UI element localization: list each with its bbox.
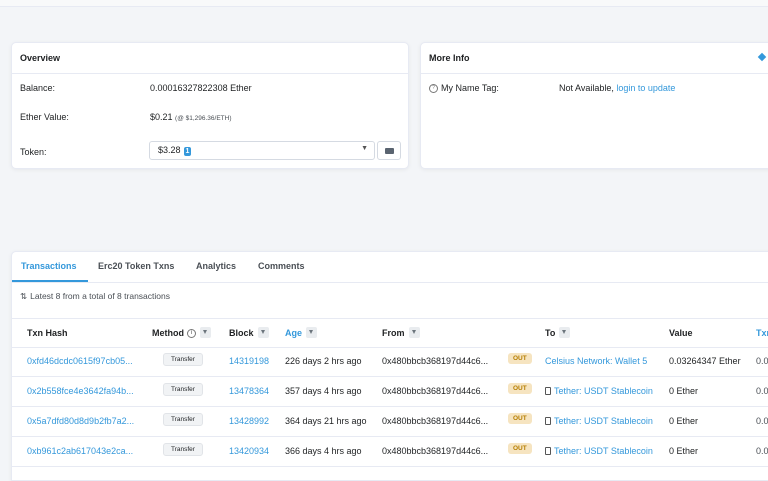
block-link[interactable]: 13420934 [229,446,269,456]
more-info-title: More Info [421,43,768,74]
token-dropdown[interactable]: $3.28 1 ▼ [149,141,375,160]
txn-age: 226 days 2 hrs ago [285,356,362,366]
from-address[interactable]: 0x480bbcb368197d44c6... [382,446,488,456]
from-filter-icon[interactable] [408,327,420,339]
table-row: 0x2b558fce4e3642fa94b... Transfer 134783… [12,377,768,407]
age-filter-icon[interactable] [306,327,318,339]
direction-badge: OUT [508,353,532,364]
method-filter-icon[interactable] [200,327,211,339]
txn-fee: 0.00 [756,416,768,426]
chevron-down-icon: ▼ [361,145,368,152]
contract-icon [545,386,551,395]
method-badge: Transfer [163,353,203,366]
from-address[interactable]: 0x480bbcb368197d44c6... [382,356,488,366]
info-icon: i [187,329,196,339]
overview-card: Overview Balance: 0.00016327822308 Ether… [11,42,409,169]
txn-fee: 0.00 [756,356,768,366]
table-row: 0x5a7dfd80d8d9b2fb7a2... Transfer 134289… [12,407,768,437]
to-address-link[interactable]: Tether: USDT Stablecoin [554,446,653,456]
balance-value: 0.00016327822308 Ether [150,83,252,93]
col-block: Block [229,328,254,338]
to-filter-icon[interactable] [559,327,571,339]
txn-hash-link[interactable]: 0xfd46dcdc0615f97cb05... [27,356,133,366]
col-method: Method [152,328,184,338]
block-filter-icon[interactable] [257,327,269,339]
token-count-badge: 1 [183,147,192,156]
transactions-summary: Latest 8 from a total of 8 transactions [30,291,170,301]
col-value: Value [669,328,693,338]
method-badge: Transfer [163,413,203,426]
table-row: 0xfd46dcdc0615f97cb05... Transfer 143191… [12,347,768,377]
txn-fee: 0.00 [756,386,768,396]
txn-fee: 0.00 [756,446,768,456]
active-tab-indicator [12,280,88,282]
help-icon: ? [429,84,438,94]
ether-value-label: Ether Value: [20,112,69,122]
txn-age: 364 days 21 hrs ago [285,416,367,426]
tab-bar: Transactions Erc20 Token Txns Analytics … [12,252,768,283]
contract-icon [545,446,551,455]
overview-title: Overview [12,43,408,74]
txn-value: 0 Ether [669,386,699,396]
to-address-link[interactable]: Tether: USDT Stablecoin [554,386,653,396]
method-badge: Transfer [163,443,203,456]
tab-analytics[interactable]: Analytics [196,261,236,271]
txn-hash-link[interactable]: 0x2b558fce4e3642fa94b... [27,386,134,396]
txn-value: 0.03264347 Ether [669,356,741,366]
txn-hash-link[interactable]: 0x5a7dfd80d8d9b2fb7a2... [27,416,134,426]
login-to-update-link[interactable]: login to update [616,83,675,93]
contract-icon [545,416,551,425]
table-header: Txn Hash Method i Block Age From To Value… [12,318,768,348]
tab-comments[interactable]: Comments [258,261,305,271]
txn-hash-link[interactable]: 0xb961c2ab617043e2ca... [27,446,133,456]
tab-transactions[interactable]: Transactions [21,261,77,271]
direction-badge: OUT [508,413,532,424]
method-badge: Transfer [163,383,203,396]
block-link[interactable]: 14319198 [229,356,269,366]
txn-value: 0 Ether [669,446,699,456]
sort-icon: ⇅ [20,291,28,301]
wallet-icon [385,148,394,154]
ether-price: (@ $1,296.36/ETH) [175,115,232,122]
token-label: Token: [20,147,47,157]
from-address[interactable]: 0x480bbcb368197d44c6... [382,416,488,426]
direction-badge: OUT [508,383,532,394]
from-address[interactable]: 0x480bbcb368197d44c6... [382,386,488,396]
col-to: To [545,328,556,338]
col-age[interactable]: Age [285,328,302,338]
block-link[interactable]: 13478364 [229,386,269,396]
col-txn-fee[interactable]: Txn [756,328,768,338]
token-wallet-button[interactable] [377,141,401,160]
col-from: From [382,328,405,338]
transactions-card: Transactions Erc20 Token Txns Analytics … [11,251,768,481]
tab-erc20-token-txns[interactable]: Erc20 Token Txns [98,261,174,271]
name-tag-label: My Name Tag: [441,83,499,93]
direction-badge: OUT [508,443,532,454]
balance-label: Balance: [20,83,56,93]
name-tag-value: Not Available, [559,83,614,93]
more-info-card: More Info ? My Name Tag: Not Available, l… [420,42,768,169]
block-link[interactable]: 13428992 [229,416,269,426]
token-value: $3.28 [158,145,181,155]
ether-value: $0.21 [150,112,173,122]
col-txn-hash: Txn Hash [27,328,68,338]
to-address-link[interactable]: Celsius Network: Wallet 5 [545,356,647,366]
to-address-link[interactable]: Tether: USDT Stablecoin [554,416,653,426]
top-bar [0,0,768,7]
txn-age: 357 days 4 hrs ago [285,386,362,396]
txn-age: 366 days 4 hrs ago [285,446,362,456]
txn-value: 0 Ether [669,416,699,426]
